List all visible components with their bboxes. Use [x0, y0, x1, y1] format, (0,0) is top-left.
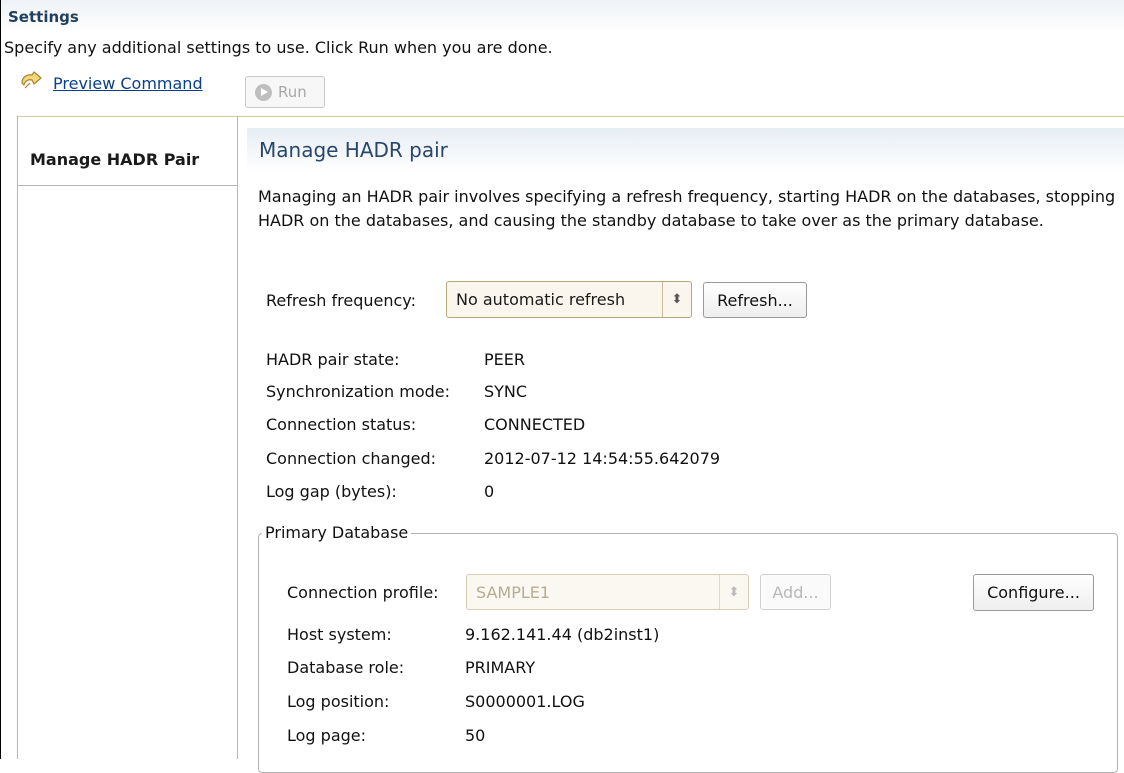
database-role-label: Database role: [287, 658, 405, 677]
primary-database-legend: Primary Database [262, 523, 412, 542]
preview-command-icon[interactable] [19, 71, 45, 93]
section-header: Manage HADR pair [247, 128, 1124, 172]
run-button[interactable]: Run [245, 76, 325, 108]
settings-title: Settings [8, 8, 79, 26]
refresh-frequency-label: Refresh frequency: [266, 291, 416, 310]
log-gap-value: 0 [484, 482, 495, 501]
add-profile-button[interactable]: Add... [760, 574, 831, 610]
connection-changed-value: 2012-07-12 14:54:55.642079 [484, 449, 721, 468]
run-button-label: Run [278, 83, 307, 101]
sync-mode-label: Synchronization mode: [266, 382, 451, 401]
refresh-frequency-value: No automatic refresh [456, 290, 626, 309]
database-role-value: PRIMARY [465, 658, 536, 677]
up-down-arrows-icon: ⬍ [719, 575, 748, 609]
log-position-value: S0000001.LOG [465, 692, 585, 711]
run-icon [255, 83, 272, 101]
left-nav-panel: Manage HADR Pair [17, 116, 238, 759]
host-system-label: Host system: [287, 625, 392, 644]
sync-mode-value: SYNC [484, 382, 528, 401]
pair-state-value: PEER [484, 350, 525, 369]
log-position-label: Log position: [287, 692, 390, 711]
section-description: Managing an HADR pair involves specifyin… [258, 187, 1116, 230]
host-system-value: 9.162.141.44 (db2inst1) [465, 625, 660, 644]
connection-profile-label: Connection profile: [287, 583, 439, 602]
configure-button[interactable]: Configure... [973, 574, 1094, 611]
settings-header: Settings [1, 0, 1124, 32]
connection-profile-value: SAMPLE1 [476, 582, 551, 602]
connection-status-value: CONNECTED [484, 415, 586, 434]
instructions-text: Specify any additional settings to use. … [4, 38, 553, 57]
connection-changed-label: Connection changed: [266, 449, 437, 468]
refresh-button[interactable]: Refresh... [703, 282, 807, 318]
section-title: Manage HADR pair [259, 138, 448, 162]
refresh-frequency-select[interactable]: No automatic refresh ⬍ [446, 281, 692, 318]
pair-state-label: HADR pair state: [266, 350, 400, 369]
settings-page: Settings Specify any additional settings… [0, 0, 1124, 773]
log-page-value: 50 [465, 726, 486, 745]
up-down-arrows-icon: ⬍ [662, 282, 691, 317]
primary-database-group [258, 533, 1118, 773]
connection-profile-select[interactable]: SAMPLE1 ⬍ [466, 574, 749, 610]
preview-command-link[interactable]: Preview Command [53, 74, 203, 93]
left-nav-strip [18, 116, 237, 135]
tab-manage-hadr-pair[interactable]: Manage HADR Pair [18, 134, 237, 186]
connection-status-label: Connection status: [266, 415, 417, 434]
log-page-label: Log page: [287, 726, 367, 745]
log-gap-label: Log gap (bytes): [266, 482, 397, 501]
tab-manage-hadr-pair-label: Manage HADR Pair [30, 150, 200, 169]
